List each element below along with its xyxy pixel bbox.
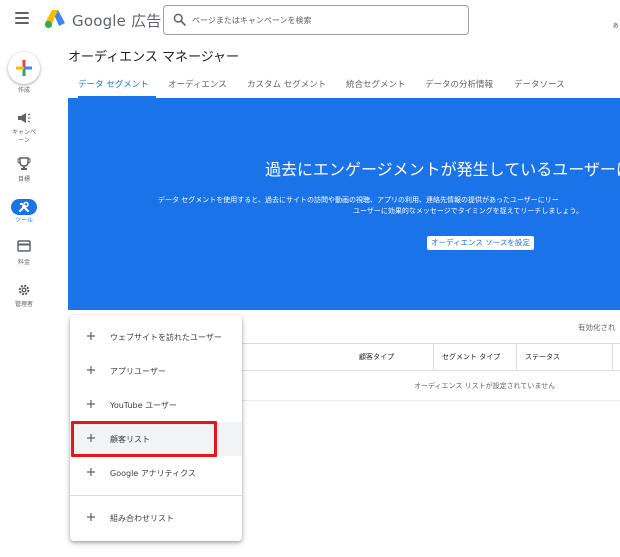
column-divider (612, 344, 613, 370)
create-label: 作成 (17, 87, 30, 94)
search-icon (173, 13, 186, 26)
column-header-customer-type[interactable]: 顧客タイプ (359, 352, 394, 362)
tab-data-sources[interactable]: データソース (514, 78, 565, 90)
column-header-segment-type[interactable]: セグメント タイプ (442, 352, 500, 362)
campaign-megaphone-icon[interactable] (17, 112, 31, 124)
top-bar: Google 広告 ぁ (0, 0, 620, 40)
google-ads-logo-icon (44, 10, 65, 29)
annotation-highlight-box (71, 421, 217, 457)
wrench-icon (19, 201, 29, 212)
banner-description-line2: ユーザーに効果的なメッセージでタイミングを捉えてリーチしましょう。 (353, 207, 583, 215)
audience-source-menu: ウェブサイトを訪れたユーザー アプリユーザー YouTube ユーザー 顧客リス… (70, 315, 242, 541)
menu-item-label: アプリユーザー (110, 367, 166, 376)
empty-table-message: オーディエンス リストが設定されていません (414, 382, 556, 390)
tab-audiences[interactable]: オーディエンス (168, 78, 227, 90)
menu-item-label: Google アナリティクス (110, 469, 196, 478)
banner-description-line1: データ セグメントを使用すると、過去にサイトの訪問や動画の視聴、アプリの利用、連… (158, 196, 559, 204)
admin-gear-icon[interactable] (17, 283, 31, 297)
column-divider (516, 344, 517, 370)
left-navigation-rail: 作成 キャンペーン 目標 ツール 料金 管理者 (0, 40, 48, 557)
account-initial[interactable]: ぁ (612, 20, 619, 30)
menu-item-label: 組み合わせリスト (110, 514, 174, 523)
menu-item-label: ウェブサイトを訪れたユーザー (110, 333, 222, 342)
table-header-bottom-border (242, 370, 620, 371)
banner-title: 過去にエンゲージメントが発生しているユーザーに (265, 160, 620, 179)
plus-icon (87, 468, 95, 476)
column-divider (433, 344, 434, 370)
enabled-filter-label[interactable]: 有効化され (578, 322, 616, 333)
tab-custom-segments[interactable]: カスタム セグメント (247, 78, 326, 90)
tools-label: ツール (14, 217, 33, 224)
menu-item-website-visitors[interactable]: ウェブサイトを訪れたユーザー (70, 320, 242, 354)
goals-label: 目標 (17, 176, 30, 183)
tab-data-insights[interactable]: データの分析情報 (425, 78, 493, 90)
plus-icon (87, 400, 95, 408)
campaign-label-text: キャンペーン (11, 129, 36, 144)
plus-icon (87, 513, 95, 521)
table-bottom-border (242, 400, 620, 401)
admin-label: 管理者 (14, 301, 33, 308)
menu-item-youtube-users[interactable]: YouTube ユーザー (70, 388, 242, 422)
menu-item-google-analytics[interactable]: Google アナリティクス (70, 456, 242, 490)
plus-icon (87, 366, 95, 374)
table-header-top-border (242, 343, 620, 344)
create-button[interactable] (8, 52, 40, 84)
menu-divider (70, 495, 242, 496)
menu-item-label: YouTube ユーザー (110, 401, 177, 410)
menu-item-app-users[interactable]: アプリユーザー (70, 354, 242, 388)
search-box[interactable] (163, 5, 469, 35)
setup-audience-source-button[interactable]: オーディエンス ソースを設定 (427, 236, 534, 250)
search-input[interactable] (192, 12, 462, 28)
column-header-status[interactable]: ステータス (525, 352, 560, 362)
tab-data-segments[interactable]: データ セグメント (78, 78, 149, 90)
menu-icon[interactable] (15, 12, 29, 24)
billing-label: 料金 (17, 259, 30, 266)
tools-button[interactable] (11, 199, 37, 215)
goals-trophy-icon[interactable] (17, 157, 31, 171)
brand-name[interactable]: Google 広告 (72, 10, 161, 31)
billing-card-icon[interactable] (17, 240, 31, 252)
plus-icon (16, 60, 32, 76)
campaign-label: キャンペーン (0, 129, 48, 145)
plus-icon (87, 332, 95, 340)
intro-banner: 過去にエンゲージメントが発生しているユーザーに データ セグメントを使用すると、… (68, 98, 620, 310)
page-title: オーディエンス マネージャー (68, 50, 240, 65)
menu-item-combined-list[interactable]: 組み合わせリスト (70, 501, 242, 535)
tab-combined-segments[interactable]: 統合セグメント (346, 78, 406, 90)
